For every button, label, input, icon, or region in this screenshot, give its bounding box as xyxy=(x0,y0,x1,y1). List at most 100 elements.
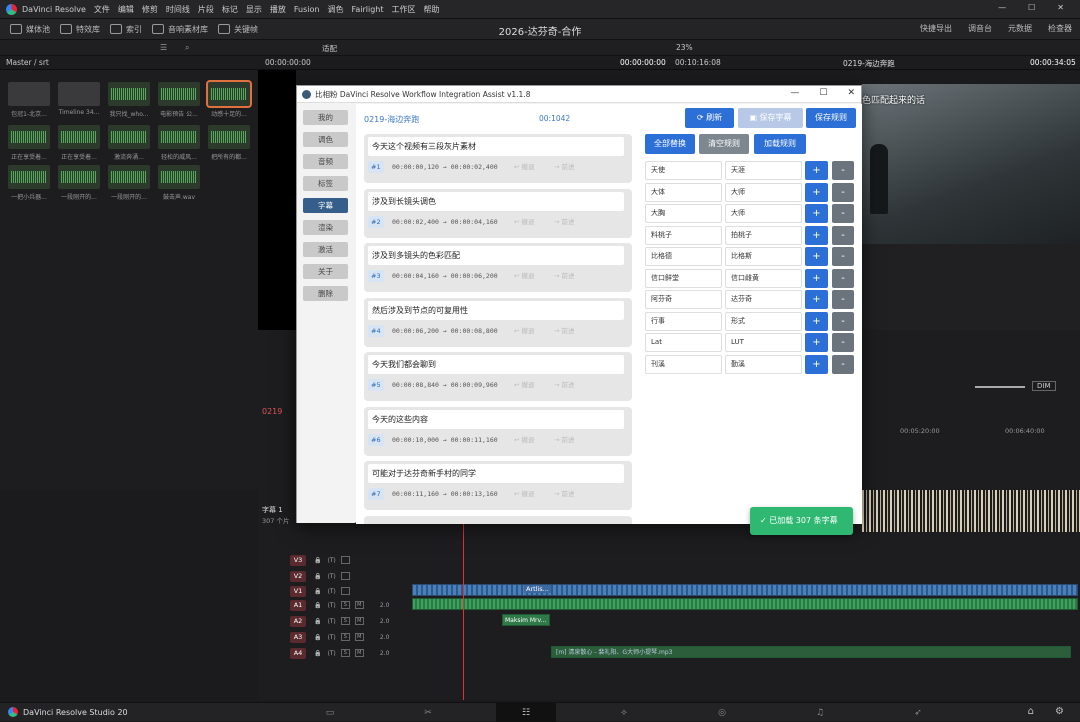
menu-file[interactable]: 文件 xyxy=(94,4,110,15)
media-clip[interactable] xyxy=(58,125,100,149)
rule-to-input[interactable]: 信口雌黄 xyxy=(725,268,802,288)
plugin-nav-item[interactable]: 我的 xyxy=(303,110,348,125)
subtitle-redo-button[interactable]: → 前进 xyxy=(554,434,575,446)
subtitle-redo-button[interactable]: → 前进 xyxy=(554,488,575,500)
media-clip[interactable] xyxy=(158,125,200,149)
subtitle-card[interactable]: 今天我们都会聊到 #5 00:00:08,840 → 00:00:09,960 ↩ 撤… xyxy=(364,352,632,401)
clear-rules-button[interactable]: 清空规则 xyxy=(699,134,749,154)
menu-clip[interactable]: 片段 xyxy=(198,4,214,15)
refresh-button[interactable]: ⟳ 刷新 xyxy=(685,108,734,128)
subtitle-text-input[interactable]: 今天这个视频有三段灰片素材 xyxy=(368,137,624,156)
plugin-nav-item[interactable]: 激活 xyxy=(303,242,348,257)
remove-rule-button[interactable]: - xyxy=(832,247,854,266)
add-rule-button[interactable]: + xyxy=(805,225,828,245)
menu-fairlight[interactable]: Fairlight xyxy=(351,5,383,14)
rule-from-input[interactable]: 比格德 xyxy=(645,247,722,266)
menu-playback[interactable]: 播放 xyxy=(270,4,286,15)
page-media-icon[interactable]: ▭ xyxy=(300,703,360,722)
menu-help[interactable]: 帮助 xyxy=(424,4,440,15)
subtitle-text-input[interactable]: 然后涉及到节点的可复用性 xyxy=(368,300,624,320)
subtitle-redo-button[interactable]: → 前进 xyxy=(554,325,575,337)
media-clip[interactable] xyxy=(108,165,150,189)
plugin-nav-item[interactable]: 删除 xyxy=(303,286,348,301)
media-clip[interactable] xyxy=(108,82,150,106)
auto-select-icon[interactable]: ⟨T⟩ xyxy=(327,573,335,580)
sound-library-button[interactable]: 音响素材库 xyxy=(152,24,208,35)
page-fairlight-icon[interactable]: ♫ xyxy=(790,703,850,722)
subtitle-card[interactable]: 可能对于达芬奇新手村的同学 #7 00:00:11,160 → 00:00:13,1… xyxy=(364,461,632,510)
subtitle-redo-button[interactable]: → 前进 xyxy=(554,161,575,173)
mute-button[interactable]: M xyxy=(354,617,364,625)
media-clip[interactable] xyxy=(8,82,50,106)
plugin-minimize-icon[interactable]: — xyxy=(790,88,799,98)
rule-from-input[interactable]: 刊溪 xyxy=(645,354,722,374)
subtitle-undo-button[interactable]: ↩ 撤退 xyxy=(514,216,535,228)
inspector-button[interactable]: 检查器 xyxy=(1048,23,1072,34)
list-view-icon[interactable]: ☰ xyxy=(160,43,167,52)
media-clip[interactable] xyxy=(158,82,200,106)
media-clip[interactable] xyxy=(158,165,200,189)
plugin-close-icon[interactable]: ✕ xyxy=(847,88,855,98)
lock-icon[interactable]: 🔒 xyxy=(314,634,321,641)
page-fusion-icon[interactable]: ⟡ xyxy=(594,703,654,722)
subtitle-undo-button[interactable]: ↩ 撤退 xyxy=(514,379,535,391)
load-rules-button[interactable]: 加载规则 xyxy=(754,134,806,154)
subtitle-text-input[interactable]: 涉及到长镜头调色 xyxy=(368,191,624,211)
page-color-icon[interactable]: ◎ xyxy=(692,703,752,722)
index-button[interactable]: 索引 xyxy=(110,24,142,35)
v1-clip-label[interactable]: Artlis... xyxy=(524,585,551,593)
add-rule-button[interactable]: + xyxy=(805,182,828,202)
track-enable-icon[interactable] xyxy=(340,587,350,595)
dim-button[interactable]: DIM xyxy=(1032,381,1056,391)
minimize-icon[interactable]: — xyxy=(998,3,1006,12)
rule-to-input[interactable]: 勤溪 xyxy=(725,354,802,374)
keyframes-button[interactable]: 关键帧 xyxy=(218,24,258,35)
auto-select-icon[interactable]: ⟨T⟩ xyxy=(327,557,335,564)
page-edit-icon[interactable]: ☷ xyxy=(496,703,556,722)
solo-button[interactable]: S xyxy=(340,633,350,641)
remove-rule-button[interactable]: - xyxy=(832,182,854,202)
subtitle-undo-button[interactable]: ↩ 撤退 xyxy=(514,488,535,500)
plugin-nav-item[interactable]: 标签 xyxy=(303,176,348,191)
lock-icon[interactable]: 🔒 xyxy=(314,602,321,609)
subtitle-undo-button[interactable]: ↩ 撤退 xyxy=(514,270,535,282)
lock-icon[interactable]: 🔒 xyxy=(314,573,321,580)
media-clip[interactable] xyxy=(206,80,252,108)
auto-select-icon[interactable]: ⟨T⟩ xyxy=(327,650,335,657)
rule-from-input[interactable]: 大胸 xyxy=(645,204,722,223)
subtitle-text-input[interactable]: 今天我们都会聊到 xyxy=(368,355,624,374)
home-icon[interactable]: ⌂ xyxy=(1028,706,1034,717)
auto-select-icon[interactable]: ⟨T⟩ xyxy=(327,588,335,595)
solo-button[interactable]: S xyxy=(340,649,350,657)
fit-dropdown[interactable]: 适配 xyxy=(322,43,337,54)
subtitle-undo-button[interactable]: ↩ 撤退 xyxy=(514,434,535,446)
quick-export-button[interactable]: 快捷导出 xyxy=(920,23,952,34)
plugin-nav-item[interactable]: 渲染 xyxy=(303,220,348,235)
track-enable-icon[interactable] xyxy=(340,572,350,580)
media-clip[interactable] xyxy=(8,165,50,189)
v1-clip-strip[interactable] xyxy=(412,584,1078,596)
auto-select-icon[interactable]: ⟨T⟩ xyxy=(327,602,335,609)
search-icon[interactable]: ⌕ xyxy=(185,43,189,53)
subtitle-card[interactable] xyxy=(364,515,632,524)
mute-button[interactable]: M xyxy=(354,633,364,641)
save-rules-button[interactable]: 保存规则 xyxy=(806,108,856,128)
rule-to-input[interactable]: 大师 xyxy=(725,204,802,223)
add-rule-button[interactable]: + xyxy=(805,204,828,223)
maximize-icon[interactable]: ☐ xyxy=(1028,3,1035,12)
subtitle-card[interactable]: 涉及到长镜头调色 #2 00:00:02,400 → 00:00:04,160 ↩ 撤… xyxy=(364,188,632,238)
menu-workspace[interactable]: 工作区 xyxy=(392,4,416,15)
remove-rule-button[interactable]: - xyxy=(832,204,854,223)
add-rule-button[interactable]: + xyxy=(805,354,828,374)
plugin-nav-item[interactable]: 音频 xyxy=(303,154,348,169)
solo-button[interactable]: S xyxy=(340,617,350,625)
rule-to-input[interactable]: 达芬奇 xyxy=(725,290,802,309)
subtitle-card[interactable]: 涉及到多镜头的色彩匹配 #3 00:00:04,160 → 00:00:06,200… xyxy=(364,243,632,292)
track-label[interactable]: A2 xyxy=(290,615,306,627)
track-label[interactable]: V1 xyxy=(290,585,306,597)
subtitle-undo-button[interactable]: ↩ 撤退 xyxy=(514,161,535,173)
menu-view[interactable]: 显示 xyxy=(246,4,262,15)
menu-trim[interactable]: 修剪 xyxy=(142,4,158,15)
media-clip[interactable] xyxy=(58,82,100,106)
add-rule-button[interactable]: + xyxy=(805,161,828,180)
